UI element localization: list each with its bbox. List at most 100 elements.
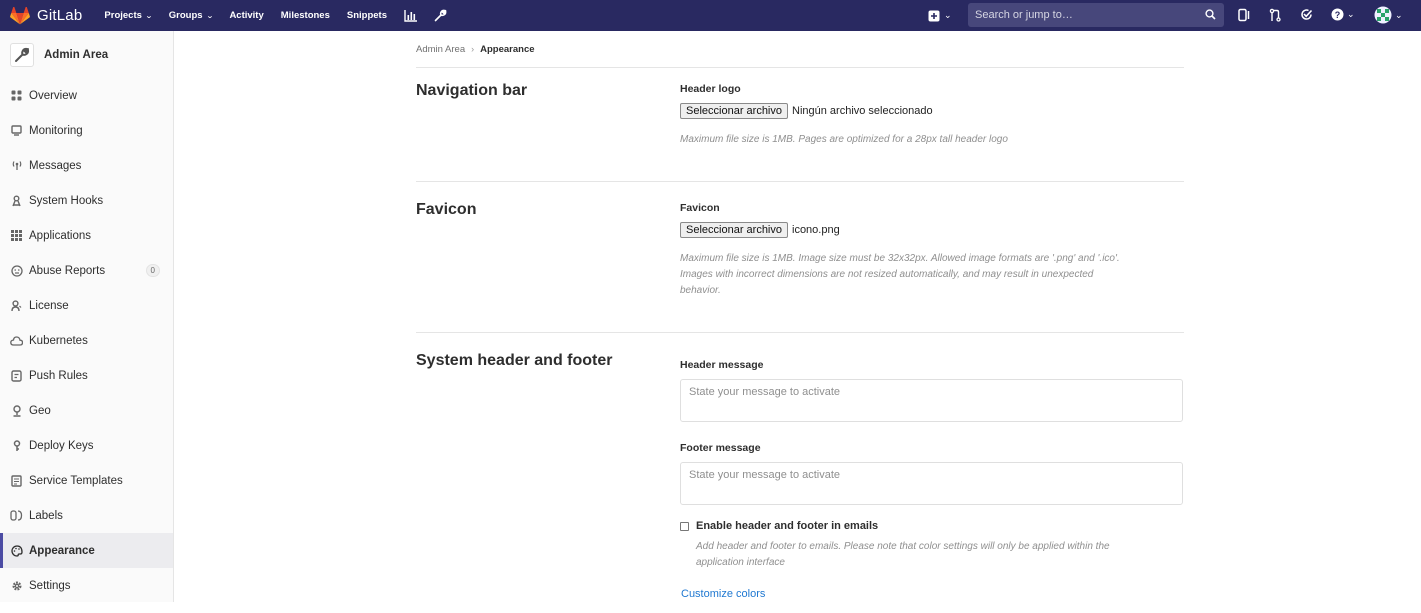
chevron-down-icon: ⌄ — [1347, 9, 1355, 19]
sidebar-item-label: Geo — [29, 404, 51, 417]
new-dropdown-button[interactable]: ⌄ — [928, 10, 952, 22]
plus-square-icon — [928, 10, 940, 21]
sidebar-item-license[interactable]: License — [0, 288, 173, 323]
sidebar-item-label: Labels — [29, 509, 63, 522]
main-content: Admin Area › Appearance Navigation bar H… — [416, 31, 1184, 613]
email-header-footer-label[interactable]: Enable header and footer in emails — [696, 520, 878, 532]
grid-icon — [10, 229, 23, 242]
breadcrumb-admin-area-link[interactable]: Admin Area — [416, 44, 465, 55]
nav-groups[interactable]: Groups ⌄ — [169, 10, 214, 21]
navigation-bar-section: Navigation bar Header logo Seleccionar a… — [416, 68, 1184, 182]
footer-message-label: Footer message — [680, 442, 761, 454]
favicon-file-name: icono.png — [792, 224, 840, 236]
sidebar-item-service-templates[interactable]: Service Templates — [0, 463, 173, 498]
header-logo-file-input: Seleccionar archivo Ningún archivo selec… — [680, 103, 933, 119]
gitlab-home-link[interactable]: GitLab — [10, 6, 83, 25]
sidebar-item-label: Settings — [29, 579, 71, 592]
chevron-down-icon: ⌄ — [145, 12, 153, 20]
sidebar-item-deploy-keys[interactable]: Deploy Keys — [0, 428, 173, 463]
header-logo-label: Header logo — [680, 83, 741, 95]
header-logo-choose-file-button[interactable]: Seleccionar archivo — [680, 103, 788, 119]
user-menu[interactable]: ⌄ — [1374, 6, 1403, 24]
sidebar-header[interactable]: Admin Area — [0, 31, 173, 78]
favicon-section: Favicon Favicon Seleccionar archivo icon… — [416, 182, 1184, 333]
favicon-label: Favicon — [680, 202, 720, 214]
email-help-line: Add header and footer to emails. Please … — [696, 541, 1110, 552]
sidebar-item-label: System Hooks — [29, 194, 104, 207]
chevron-down-icon: ⌄ — [205, 12, 214, 20]
sidebar-title: Admin Area — [44, 48, 109, 61]
top-navbar: GitLab Projects ⌄ Groups ⌄ Activity Milest… — [0, 0, 1421, 31]
sidebar-item-messages[interactable]: Messages — [0, 148, 173, 183]
wrench-icon[interactable] — [434, 9, 447, 22]
favicon-help-line: Maximum file size is 1MB. Image size mus… — [680, 253, 1120, 264]
merge-request-icon[interactable] — [1269, 8, 1281, 22]
sidebar-item-label: Service Templates — [29, 474, 123, 487]
nav-projects[interactable]: Projects ⌄ — [104, 10, 153, 21]
footer-message-textarea[interactable]: State your message to activate — [680, 462, 1183, 505]
settings-icon — [10, 579, 23, 592]
labels-icon — [10, 509, 23, 522]
nav-snippets[interactable]: Snippets — [347, 10, 387, 21]
sidebar-item-label: Kubernetes — [29, 334, 88, 347]
svg-text:?: ? — [1335, 10, 1341, 20]
key-icon — [10, 439, 23, 452]
sidebar-item-label: Push Rules — [29, 369, 88, 382]
template-icon — [10, 474, 23, 487]
sidebar-item-geo[interactable]: Geo — [0, 393, 173, 428]
sidebar-item-monitoring[interactable]: Monitoring — [0, 113, 173, 148]
sidebar-item-push-rules[interactable]: Push Rules — [0, 358, 173, 393]
navigation-bar-heading: Navigation bar — [416, 82, 528, 99]
sidebar-item-label: Deploy Keys — [29, 439, 94, 452]
sidebar-item-label: Overview — [29, 89, 77, 102]
sidebar-item-label: Messages — [29, 159, 82, 172]
chevron-down-icon: ⌄ — [1395, 9, 1403, 20]
help-dropdown[interactable]: ? ⌄ — [1331, 8, 1355, 21]
brand-name: GitLab — [37, 7, 83, 24]
email-header-footer-option: Enable header and footer in emails — [680, 520, 878, 532]
system-header-footer-heading: System header and footer — [416, 352, 613, 369]
chevron-right-icon: › — [471, 44, 475, 54]
sidebar-item-abuse-reports[interactable]: Abuse Reports 0 — [0, 253, 173, 288]
user-avatar — [1374, 6, 1392, 24]
gitlab-logo-icon — [10, 6, 30, 24]
header-message-placeholder: State your message to activate — [689, 386, 841, 398]
system-header-footer-section: System header and footer Header message … — [416, 333, 1184, 613]
sidebar-item-labels[interactable]: Labels — [0, 498, 173, 533]
admin-wrench-avatar — [10, 42, 34, 67]
favicon-help-text: Maximum file size is 1MB. Image size mus… — [680, 251, 1120, 299]
todo-check-icon[interactable] — [1300, 8, 1313, 21]
header-logo-file-name: Ningún archivo seleccionado — [792, 105, 933, 117]
favicon-choose-file-button[interactable]: Seleccionar archivo — [680, 222, 788, 238]
sidebar-item-overview[interactable]: Overview — [0, 78, 173, 113]
email-header-footer-checkbox[interactable] — [680, 521, 689, 531]
hook-icon — [10, 194, 23, 207]
favicon-file-input: Seleccionar archivo icono.png — [680, 222, 840, 238]
customize-colors-link[interactable]: Customize colors — [681, 588, 765, 600]
nav-activity-label: Activity — [229, 10, 264, 21]
nav-activity[interactable]: Activity — [229, 10, 263, 21]
sidebar-item-kubernetes[interactable]: Kubernetes — [0, 323, 173, 358]
push-rules-icon — [10, 369, 23, 382]
breadcrumb-current[interactable]: Appearance — [480, 44, 534, 55]
sidebar-item-label: License — [29, 299, 69, 312]
search-placeholder: Search or jump to… — [975, 9, 1073, 21]
chevron-down-icon: ⌄ — [944, 10, 952, 20]
chart-icon[interactable] — [404, 9, 418, 22]
breadcrumb: Admin Area › Appearance — [416, 31, 1184, 68]
favicon-help-line: Images with incorrect dimensions are not… — [680, 269, 1094, 280]
sidebar-item-appearance[interactable]: Appearance — [0, 533, 173, 568]
wrench-icon — [15, 47, 30, 62]
sidebar-item-settings[interactable]: Settings — [0, 568, 173, 603]
search-input[interactable]: Search or jump to… — [968, 3, 1224, 27]
nav-milestones[interactable]: Milestones — [281, 10, 330, 21]
nav-milestones-label: Milestones — [280, 10, 330, 21]
header-message-label: Header message — [680, 359, 764, 371]
email-header-footer-help-text: Add header and footer to emails. Please … — [696, 539, 1110, 571]
sidebar-item-applications[interactable]: Applications — [0, 218, 173, 253]
search-icon — [1205, 9, 1216, 20]
monitor-icon — [10, 124, 23, 137]
issues-icon[interactable] — [1238, 8, 1250, 22]
sidebar-item-system-hooks[interactable]: System Hooks — [0, 183, 173, 218]
header-message-textarea[interactable]: State your message to activate — [680, 379, 1183, 422]
